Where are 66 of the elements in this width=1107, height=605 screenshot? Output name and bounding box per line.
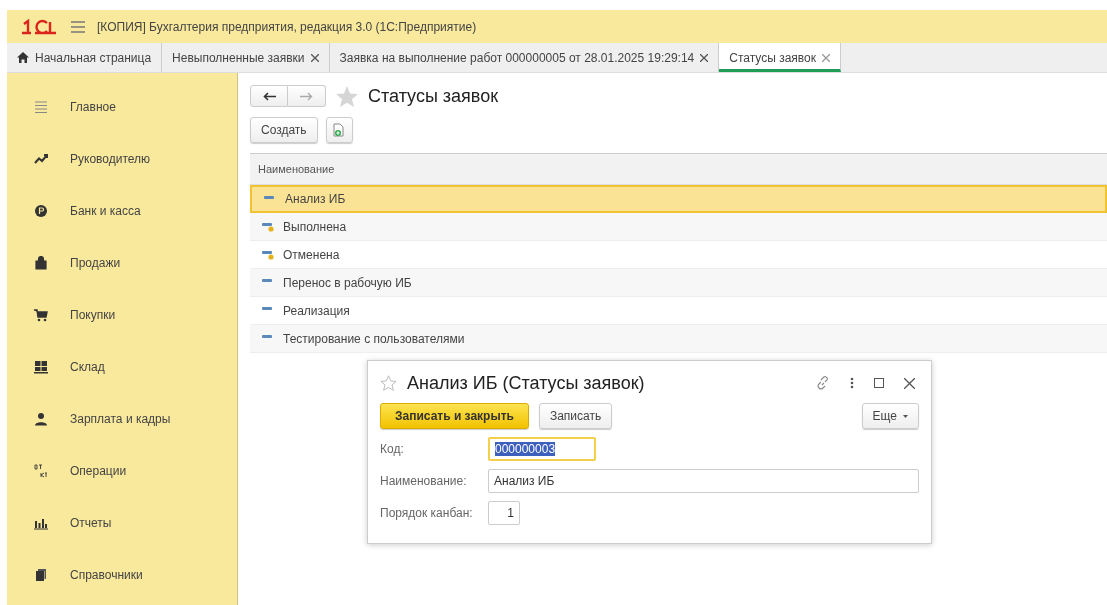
sidebar-item[interactable]: Склад <box>70 360 105 374</box>
column-header[interactable]: Наименование <box>250 154 1107 185</box>
close-icon[interactable] <box>700 53 709 62</box>
cart-icon <box>34 308 48 322</box>
predefined-item-icon <box>262 221 274 232</box>
page-title: Статусы заявок <box>368 85 499 107</box>
table-row[interactable]: Выполнена <box>250 213 1107 241</box>
book-icon <box>34 568 48 582</box>
close-icon[interactable] <box>904 377 915 389</box>
sidebar-item[interactable]: Отчеты <box>70 516 112 530</box>
input-field[interactable]: Анализ ИБ <box>488 469 919 493</box>
create-button[interactable]: Создать <box>250 117 318 143</box>
tab[interactable]: Начальная страница <box>7 43 163 72</box>
table-cell: Отменена <box>283 247 340 262</box>
sidebar-item[interactable]: Руководителю <box>70 152 151 166</box>
field-label: Порядок канбан: <box>380 506 474 520</box>
sidebar-item[interactable]: Справочники <box>70 568 143 582</box>
input-field[interactable]: 1 <box>488 501 520 525</box>
sidebar-item[interactable]: Операции <box>70 464 127 478</box>
table-row[interactable]: Перенос в рабочую ИБ <box>250 269 1107 297</box>
sidebar-item[interactable]: Зарплата и кадры <box>70 412 171 426</box>
more-button[interactable]: Еще <box>861 403 919 429</box>
more-icon[interactable] <box>850 377 854 389</box>
sidebar-item[interactable]: Покупки <box>70 308 116 322</box>
input-field[interactable]: 000000003 <box>488 437 596 461</box>
dialog-title: Анализ ИБ (Статусы заявок) <box>407 372 645 394</box>
back-arrow-icon <box>262 91 276 101</box>
table-cell: Реализация <box>283 303 350 318</box>
grid-icon <box>34 360 48 374</box>
tab[interactable]: Невыполненные заявки <box>162 43 330 72</box>
trend-icon <box>34 152 48 166</box>
copy-button[interactable] <box>325 117 353 143</box>
window-title: [КОПИЯ] Бухгалтерия предприятия, редакция 3.0 (1С:Предприятие) <box>97 19 477 34</box>
save-button[interactable]: Записать <box>538 403 613 429</box>
logo-icon <box>21 18 57 35</box>
sidebar-item[interactable]: Продажи <box>70 256 121 270</box>
maximize-icon[interactable] <box>874 378 884 388</box>
predefined-item-icon <box>262 249 274 260</box>
link-icon[interactable] <box>816 376 830 390</box>
table-row[interactable]: Тестирование с пользователями <box>250 325 1107 353</box>
person-icon <box>34 412 48 426</box>
table-cell: Выполнена <box>283 219 347 234</box>
close-icon[interactable] <box>310 53 319 62</box>
document-add-icon <box>333 123 346 137</box>
back-button[interactable] <box>250 85 288 107</box>
table-cell: Перенос в рабочую ИБ <box>283 275 412 290</box>
field-label: Наименование: <box>380 474 468 488</box>
star-icon[interactable] <box>380 375 397 391</box>
tab[interactable]: Статусы заявок <box>719 43 841 72</box>
home-icon <box>17 52 29 63</box>
table-cell: Анализ ИБ <box>285 192 346 206</box>
forward-arrow-icon <box>300 91 313 101</box>
table-cell: Тестирование с пользователями <box>283 331 465 346</box>
sidebar-item[interactable]: Банк и касса <box>70 204 141 218</box>
field-label: Код: <box>380 442 405 456</box>
sidebar-item[interactable]: Главное <box>70 100 116 114</box>
list-icon <box>34 100 48 114</box>
save-and-close-button[interactable]: Записать и закрыть <box>380 403 529 429</box>
star-icon[interactable] <box>336 85 358 107</box>
table-row[interactable]: Анализ ИБ <box>250 185 1107 213</box>
bag-icon <box>34 256 48 270</box>
coin-icon <box>34 204 48 218</box>
bar-chart-icon <box>34 516 48 530</box>
caret-icon <box>903 414 908 418</box>
debit-credit-icon <box>34 464 48 478</box>
menu-icon[interactable] <box>71 20 85 33</box>
